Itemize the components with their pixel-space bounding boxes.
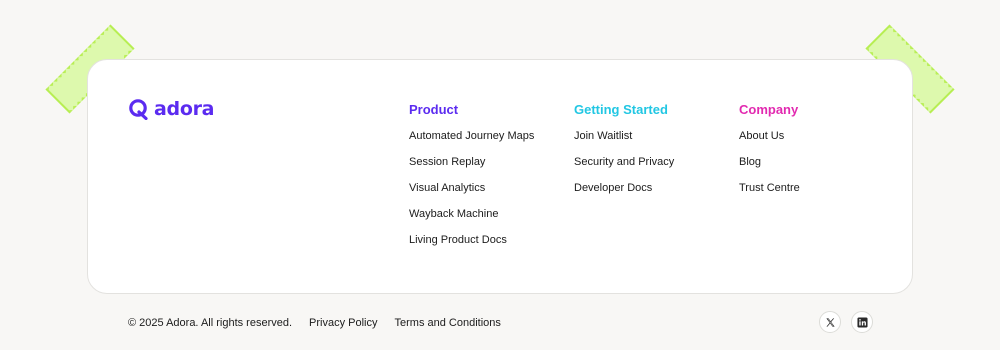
column-title: Company [739,102,799,117]
footer-link-wayback-machine[interactable]: Wayback Machine [409,207,534,221]
copyright-text: © 2025 Adora. All rights reserved. [128,317,293,329]
column-title: Getting Started [574,102,668,117]
footer-link-visual-analytics[interactable]: Visual Analytics [409,181,534,195]
adora-logo-icon [129,99,148,120]
x-twitter-button[interactable] [819,311,841,333]
brand-name: adora [154,98,215,120]
footer-link-about-us[interactable]: About Us [739,129,800,143]
footer-column-getting-started: Getting Started Join Waitlist Security a… [574,103,674,207]
x-twitter-icon [825,317,835,327]
adora-logo[interactable]: adora [128,98,214,120]
footer-bottom-bar: © 2025 Adora. All rights reserved. Priva… [128,316,501,330]
privacy-policy-link[interactable]: Privacy Policy [309,316,377,330]
footer-column-product: Product Automated Journey Maps Session R… [409,103,534,259]
footer-link-session-replay[interactable]: Session Replay [409,155,534,169]
column-title: Product [409,102,459,117]
footer-link-join-waitlist[interactable]: Join Waitlist [574,129,674,143]
social-links [819,311,873,333]
footer-link-trust-centre[interactable]: Trust Centre [739,181,800,195]
linkedin-icon [856,316,868,328]
linkedin-button[interactable] [851,311,873,333]
terms-and-conditions-link[interactable]: Terms and Conditions [395,316,501,330]
footer-link-blog[interactable]: Blog [739,155,800,169]
footer-link-developer-docs[interactable]: Developer Docs [574,181,674,195]
footer-link-security-and-privacy[interactable]: Security and Privacy [574,155,674,169]
footer-link-automated-journey-maps[interactable]: Automated Journey Maps [409,129,534,143]
footer-column-company: Company About Us Blog Trust Centre [739,103,800,207]
footer-link-living-product-docs[interactable]: Living Product Docs [409,233,534,247]
